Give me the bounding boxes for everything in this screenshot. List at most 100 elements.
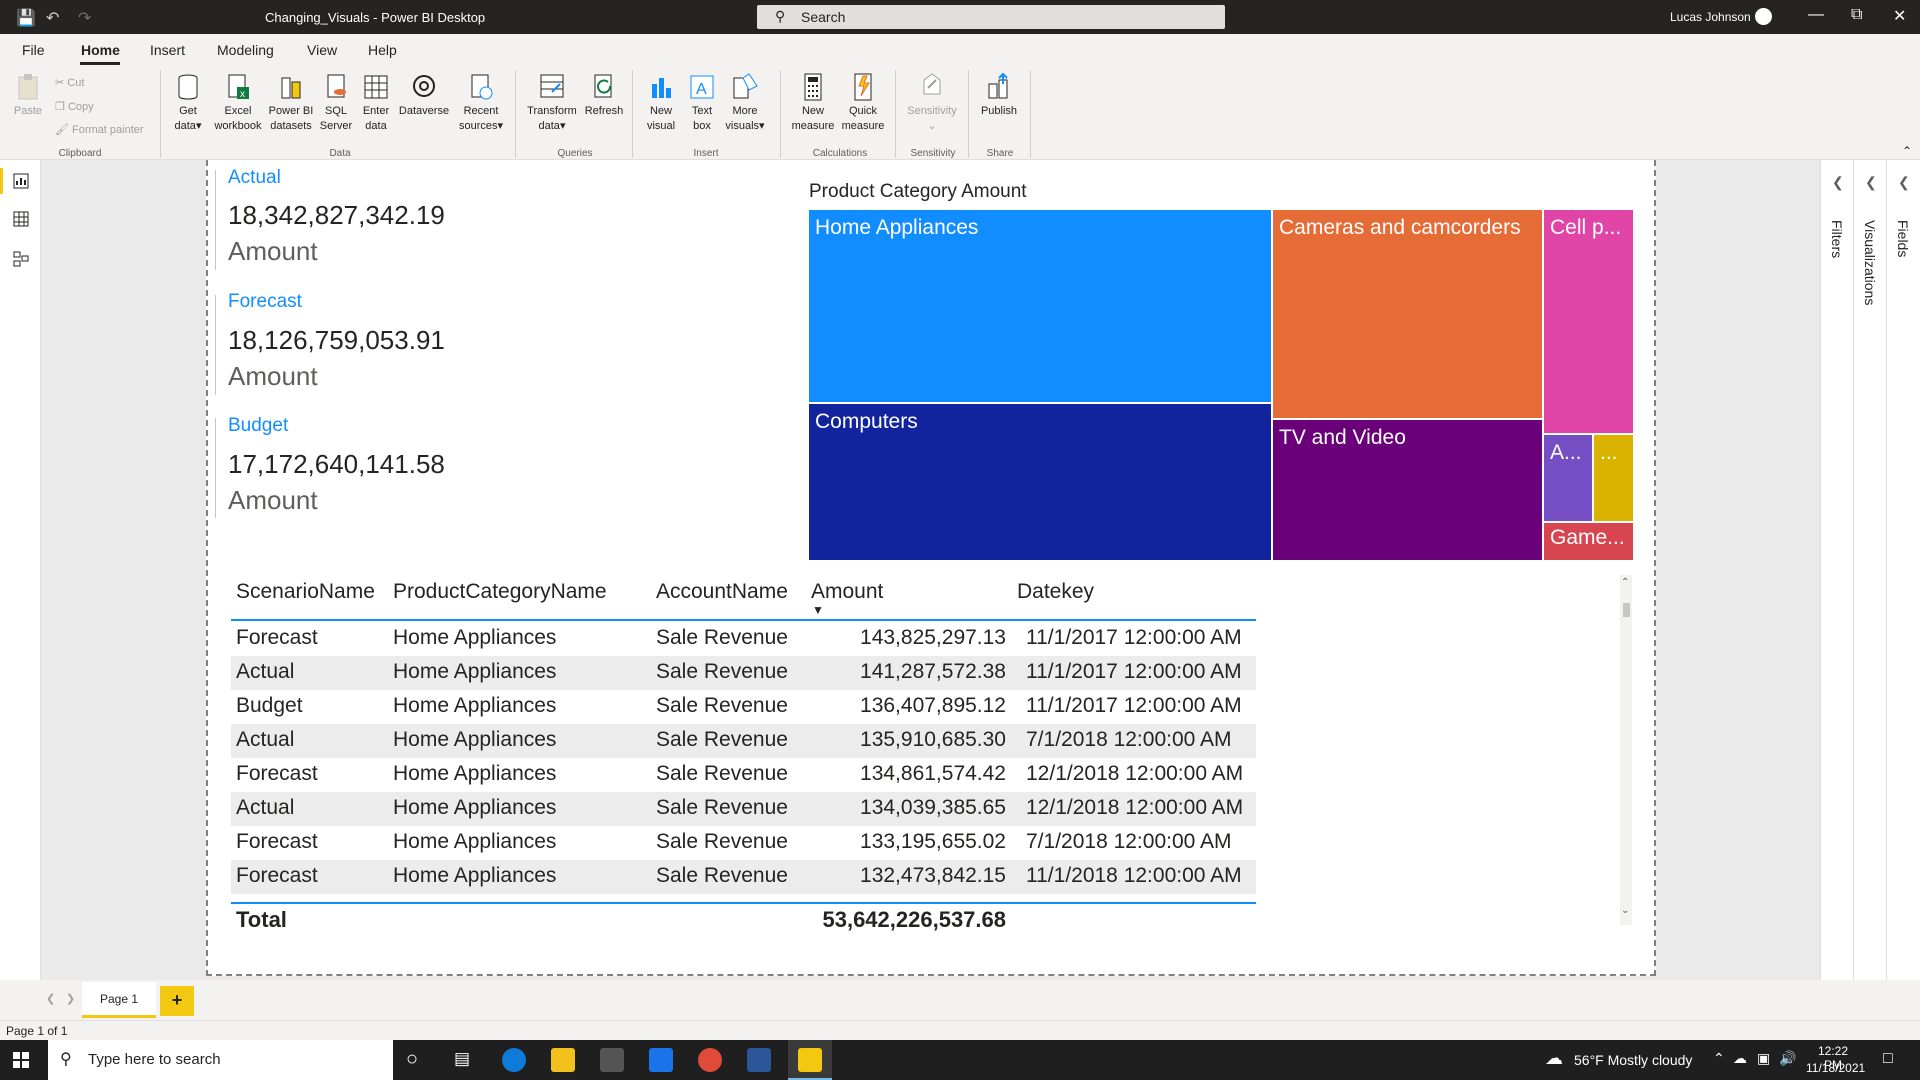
tile-label: Home Appliances [815,216,979,239]
col-header-category[interactable]: ProductCategoryName [393,580,607,604]
treemap-tile-cell-phones[interactable]: Cell p... [1544,210,1633,433]
scroll-thumb[interactable] [1623,603,1630,617]
table-row[interactable]: Actual Home Appliances Sale Revenue 135,910… [231,724,1256,758]
restore-icon[interactable]: ⧉ [1851,6,1862,24]
cell-datekey: 7/1/2018 12:00:00 AM [1026,830,1232,853]
undo-icon[interactable]: ↶ [46,8,59,28]
cell-datekey: 11/1/2017 12:00:00 AM [1026,626,1242,649]
table-row[interactable]: Forecast Home Appliances Sale Revenue 133,1… [231,826,1256,860]
enter-data-button[interactable]: Enter data [358,72,394,134]
windows-start-icon[interactable] [13,1052,29,1068]
menu-file[interactable]: File [22,42,45,58]
taskbar-search-input[interactable]: ⚲ Type here to search [48,1040,393,1080]
chrome-icon[interactable] [698,1048,722,1072]
quick-measure-button[interactable]: Quick measure [838,72,888,134]
col-header-scenario[interactable]: ScenarioName [236,580,375,604]
filters-pane[interactable]: ❮ Filters [1820,160,1854,980]
new-visual-button[interactable]: New visual [642,72,680,134]
sort-descending-icon[interactable]: ▼ [812,603,824,617]
col-header-datekey[interactable]: Datekey [1017,580,1094,604]
minimize-icon[interactable]: — [1808,6,1824,24]
treemap-tile-cameras[interactable]: Cameras and camcorders [1273,210,1542,418]
get-data-button[interactable]: Get data▾ [168,72,208,134]
table-row[interactable]: Actual Home Appliances Sale Revenue 134,039… [231,792,1256,826]
publish-button[interactable]: Publish [976,72,1022,119]
treemap-tile-games[interactable]: Game... [1544,523,1633,560]
treemap-tile-computers[interactable]: Computers [809,404,1271,560]
chevron-left-icon[interactable]: ❮ [1832,174,1844,191]
col-header-amount[interactable]: Amount [811,580,883,604]
page-tab-1[interactable]: Page 1 [82,982,156,1018]
col-header-account[interactable]: AccountName [656,580,788,604]
table-row[interactable]: Budget Home Appliances Sale Revenue 136,407… [231,690,1256,724]
prev-page-icon[interactable]: ❮ [46,992,55,1005]
treemap-tile-other[interactable]: ... [1594,435,1633,521]
chevron-left-icon[interactable]: ❮ [1898,174,1910,191]
new-measure-button[interactable]: New measure [788,72,838,134]
cloud-icon[interactable]: ☁ [1733,1050,1747,1067]
file-explorer-icon[interactable] [551,1048,575,1072]
card-divider [215,295,216,395]
fields-pane[interactable]: ❮ Fields [1886,160,1920,980]
network-icon[interactable]: ▣ [1757,1050,1770,1067]
user-name: Lucas Johnson [1670,10,1751,24]
excel-workbook-button[interactable]: x Excel workbook [210,72,266,134]
active-tab-indicator [80,62,120,65]
chevron-up-icon[interactable]: ⌃ [1713,1050,1725,1067]
table-row[interactable]: Forecast Home Appliances Sale Revenue 132,4… [231,860,1256,894]
filters-label: Filters [1829,220,1845,259]
power-bi-taskbar-button[interactable] [788,1040,832,1080]
sql-server-button[interactable]: SQL Server [318,72,354,134]
menu-insert[interactable]: Insert [150,42,185,58]
chevron-left-icon[interactable]: ❮ [1865,174,1877,191]
paste-button: Paste [12,72,44,119]
treemap-tile-home-appliances[interactable]: Home Appliances [809,210,1271,402]
search-input[interactable]: ⚲ Search [757,5,1225,29]
menu-view[interactable]: View [307,42,337,58]
menu-modeling[interactable]: Modeling [217,42,274,58]
report-view-icon[interactable] [12,172,30,190]
next-page-icon[interactable]: ❯ [66,992,75,1005]
power-bi-datasets-button[interactable]: Power BI datasets [266,72,316,134]
cortana-icon[interactable]: ○ [406,1048,418,1071]
data-view-icon[interactable] [12,210,30,228]
table-scrollbar[interactable]: ⌃ ⌄ [1620,575,1632,925]
transform-data-button[interactable]: Transform data▾ [522,72,582,134]
more-visuals-button[interactable]: More visuals▾ [722,72,768,134]
weather-text[interactable]: 56°F Mostly cloudy [1574,1052,1692,1068]
visualizations-pane[interactable]: ❮ Visualizations [1853,160,1887,980]
scroll-down-icon[interactable]: ⌄ [1621,905,1629,916]
table-row[interactable]: Actual Home Appliances Sale Revenue 141,287… [231,656,1256,690]
close-icon[interactable]: ✕ [1893,6,1906,26]
edge-icon[interactable] [502,1048,526,1072]
notifications-icon[interactable]: □ [1883,1050,1893,1068]
volume-icon[interactable]: 🔊 [1779,1050,1796,1067]
text-box-button[interactable]: A Text box [684,72,720,134]
store-icon[interactable] [600,1048,624,1072]
quick-label-1: Quick [848,105,878,117]
word-icon[interactable] [747,1048,771,1072]
save-icon[interactable]: 💾 [16,8,36,28]
ribbon-separator [1030,70,1031,158]
clock-date[interactable]: 11/18/2021 [1806,1061,1865,1075]
treemap-tile-a[interactable]: A... [1544,435,1592,521]
recent-sources-button[interactable]: Recent sources▾ [456,72,506,134]
dataverse-button[interactable]: Dataverse [396,72,452,119]
mail-icon[interactable] [649,1048,673,1072]
avatar[interactable] [1755,8,1772,25]
table-row[interactable]: Forecast Home Appliances Sale Revenue 134,8… [231,758,1256,792]
task-view-icon[interactable]: ▤ [454,1049,470,1069]
tile-label: Cell p... [1550,216,1622,239]
ribbon-separator [515,70,516,158]
collapse-ribbon-icon[interactable]: ⌃ [1902,144,1912,158]
menu-help[interactable]: Help [368,42,397,58]
scroll-up-icon[interactable]: ⌃ [1621,577,1629,588]
table-row[interactable]: Forecast Home Appliances Sale Revenue 143,8… [231,622,1256,656]
model-view-icon[interactable] [12,250,30,268]
add-page-button[interactable]: + [160,986,194,1016]
menu-home[interactable]: Home [81,42,120,58]
cell-category: Home Appliances [393,728,557,751]
search-icon: ⚲ [775,8,786,24]
refresh-button[interactable]: Refresh [582,72,626,119]
treemap-tile-tv-video[interactable]: TV and Video [1273,420,1542,560]
